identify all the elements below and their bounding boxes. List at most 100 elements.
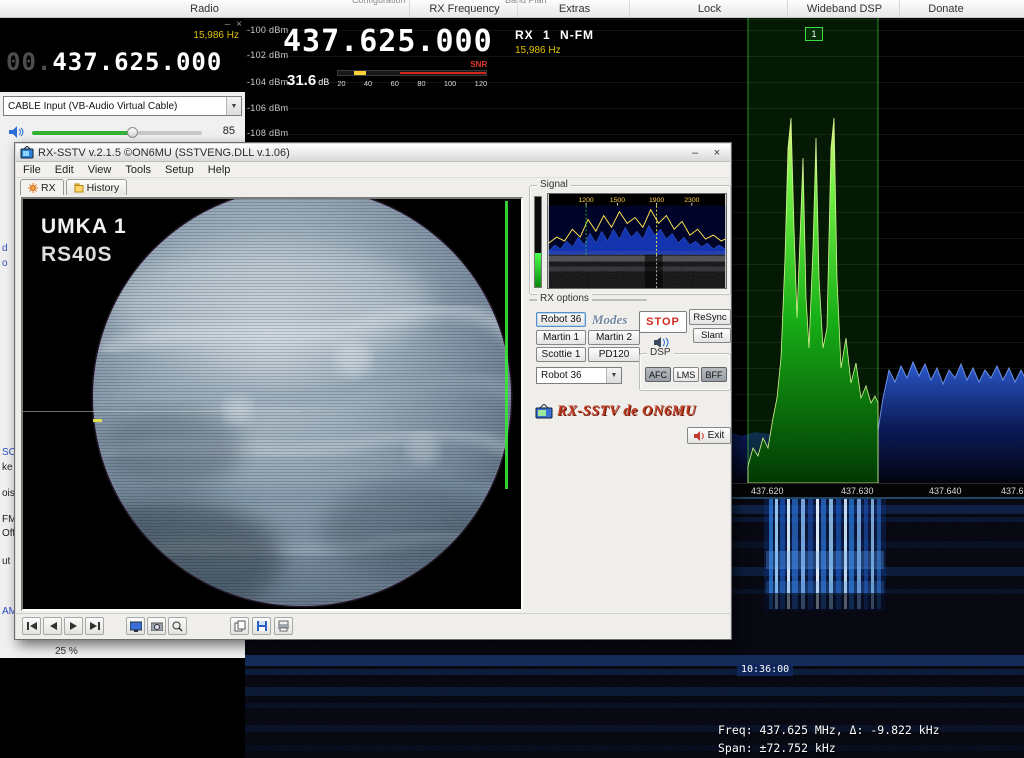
menu-edit[interactable]: Edit (48, 164, 81, 176)
logo-tv-icon (535, 404, 553, 419)
mode-button-scottie1[interactable]: Scottie 1 (536, 347, 586, 362)
slant-button[interactable]: Slant (693, 328, 731, 343)
freq-tick: 437.630 (841, 486, 874, 496)
desktop: Configuration Band Plan Radio RX Frequen… (0, 0, 1024, 758)
toolbar-section-extras[interactable]: Extras (520, 0, 630, 18)
snr-scale: 20406080100120 (337, 79, 487, 88)
vfo-readout: 437.625.000 RX 1 N-FM 15,986 Hz 31.6dB S… (283, 24, 493, 59)
vfo-mode-row: RX 1 N-FM (515, 28, 605, 42)
audio-device-select[interactable]: CABLE Input (VB-Audio Virtual Cable) ▼ (3, 96, 242, 116)
db-axis-label: -108 dBm (247, 128, 288, 138)
magnify-button[interactable] (168, 617, 187, 635)
mode-label: N-FM (560, 28, 594, 42)
menu-help[interactable]: Help (201, 164, 238, 176)
stop-button[interactable]: STOP (639, 311, 687, 333)
save-button[interactable] (252, 617, 271, 635)
vfo-band-marker[interactable]: 1 (805, 27, 823, 41)
snr-value: 31.6 (287, 72, 316, 89)
signal-level-fill (535, 253, 541, 287)
bff-toggle[interactable]: BFF (701, 367, 727, 382)
waterfall-timestamp: 10:36:00 (737, 663, 793, 676)
scale-2300: 2300 (684, 197, 699, 204)
toolbar-section-rx-frequency[interactable]: RX Frequency (412, 0, 518, 18)
db-axis-label: -104 dBm (247, 77, 288, 87)
snapshot-button[interactable] (147, 617, 166, 635)
tab-rx[interactable]: RX (20, 179, 64, 195)
volume-thumb[interactable] (127, 127, 138, 138)
chevron-down-icon: ▼ (606, 368, 621, 383)
mode-select[interactable]: Robot 36 ▼ (536, 367, 622, 384)
window-title: RX-SSTV v.2.1.5 ©ON6MU (SSTVENG.DLL v.1.… (38, 147, 682, 159)
freq-tick: 437.620 (751, 486, 784, 496)
view-image-button[interactable] (126, 617, 145, 635)
mode-button-pd120[interactable]: PD120 (588, 347, 640, 362)
freq-delta-readout: Freq: 437.625 MHz, Δ: -9.822 kHz (718, 721, 940, 739)
tab-rx-label: RX (41, 182, 56, 194)
mode-button-martin2[interactable]: Martin 2 (588, 330, 640, 345)
signal-group: Signal 1200 1500 1900 2300 (529, 185, 731, 295)
exit-button[interactable]: Exit (687, 427, 731, 444)
freq-tick: 437.640 (929, 486, 962, 496)
app-logo: RX-SSTV de ON6MU (535, 403, 696, 420)
rx-tab-icon (28, 183, 38, 193)
toolbar-section-wideband-dsp[interactable]: Wideband DSP (790, 0, 900, 18)
afc-toggle[interactable]: AFC (645, 367, 671, 382)
sstv-image: UMKA 1 RS40S (21, 197, 523, 611)
signal-group-label: Signal (537, 179, 571, 190)
toolbar-section-donate[interactable]: Donate (902, 0, 990, 18)
sync-artifact (93, 419, 102, 422)
minimize-button[interactable]: – (686, 146, 704, 160)
menu-setup[interactable]: Setup (158, 164, 201, 176)
scan-artifact (23, 411, 301, 412)
title-bar[interactable]: RX-SSTV v.2.1.5 ©ON6MU (SSTVENG.DLL v.1.… (16, 144, 730, 162)
volume-fill (32, 131, 131, 135)
menu-tools[interactable]: Tools (118, 164, 158, 176)
toolbar-section-radio[interactable]: Radio (0, 0, 410, 18)
volume-row: 85 (0, 120, 245, 144)
toolbar-section-lock[interactable]: Lock (632, 0, 788, 18)
signal-spectrum[interactable]: 1200 1500 1900 2300 (547, 193, 727, 289)
last-image-button[interactable] (85, 617, 104, 635)
menu-view[interactable]: View (81, 164, 119, 176)
snr-bar (337, 70, 487, 76)
panel-collapse-icon[interactable]: – (225, 19, 231, 30)
audio-device-value: CABLE Input (VB-Audio Virtual Cable) (8, 101, 177, 112)
exit-label: Exit (708, 430, 725, 441)
app-icon (20, 146, 34, 159)
sync-edge-artifact (505, 201, 508, 489)
scale-1500: 1500 (610, 197, 625, 204)
logo-text: RX-SSTV de ON6MU (557, 403, 696, 420)
print-button[interactable] (274, 617, 293, 635)
panel-close-icon[interactable]: × (236, 19, 242, 30)
history-tab-icon (74, 183, 84, 193)
rx-label: RX (515, 28, 534, 42)
chevron-down-icon: ▼ (226, 97, 241, 115)
vfo-frequency[interactable]: 437.625.000 (283, 24, 493, 59)
rx-options-label: RX options (537, 293, 592, 304)
image-callsign-line2: RS40S (41, 243, 113, 267)
snr-marker (354, 71, 366, 75)
tuned-frequency[interactable]: 00.437.625.000 (6, 48, 222, 76)
freq-tick: 437.65 (1001, 486, 1024, 496)
mode-button-robot36[interactable]: Robot 36 (536, 312, 586, 327)
lms-toggle[interactable]: LMS (673, 367, 699, 382)
first-image-button[interactable] (22, 617, 41, 635)
mode-button-martin1[interactable]: Martin 1 (536, 330, 586, 345)
snr-redline (400, 72, 486, 74)
image-callsign-line1: UMKA 1 (41, 215, 127, 239)
resync-button[interactable]: ReSync (689, 309, 731, 325)
freq-digits: 437.625.000 (52, 48, 222, 76)
volume-slider[interactable] (32, 131, 202, 135)
mode-select-value: Robot 36 (541, 370, 582, 381)
previous-image-button[interactable] (43, 617, 62, 635)
frequency-panel: – × 15,986 Hz 00.437.625.000 (0, 18, 245, 92)
next-image-button[interactable] (64, 617, 83, 635)
modes-caption: Modes (592, 312, 627, 328)
close-button[interactable]: × (708, 146, 726, 160)
tab-history[interactable]: History (66, 179, 128, 195)
dsp-group-label: DSP (647, 347, 674, 358)
copy-button[interactable] (230, 617, 249, 635)
tab-strip: RX History (20, 179, 127, 195)
rx-options-group: RX options Robot 36 Modes Martin 1 Marti… (529, 299, 647, 301)
menu-file[interactable]: File (16, 164, 48, 176)
